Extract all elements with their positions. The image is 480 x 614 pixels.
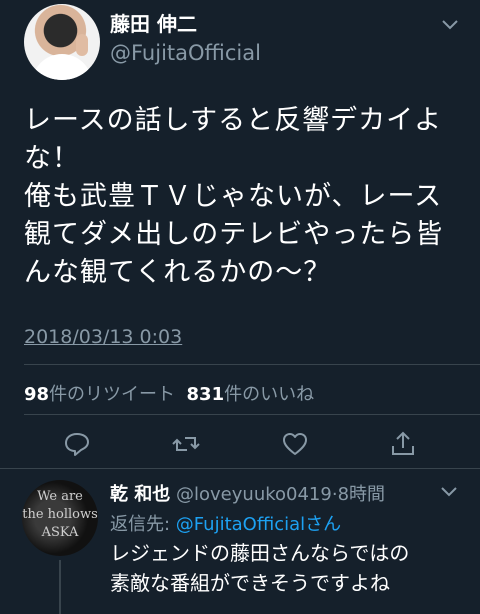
tweet-timestamp[interactable]: 2018/03/13 0:03 xyxy=(24,326,182,348)
chevron-down-icon[interactable] xyxy=(440,486,458,498)
reply-to-link[interactable]: @FujitaOfficialさん xyxy=(176,514,341,535)
heart-icon[interactable] xyxy=(281,430,309,458)
chevron-down-icon[interactable] xyxy=(440,18,460,32)
tweet-stats: 98件のリツイート 831件のいいね xyxy=(24,380,314,406)
thread-line xyxy=(59,560,61,614)
reply-avatar-artwork-text: We are the hollows ASKA xyxy=(22,489,98,540)
share-icon[interactable] xyxy=(389,430,417,458)
like-count[interactable]: 831 xyxy=(187,384,225,405)
avatar-hand xyxy=(76,34,88,56)
reply-icon[interactable] xyxy=(63,430,91,458)
reply-author-line: 乾 和也 @loveyuuko0419·8時間 xyxy=(110,480,385,506)
reply-author-avatar[interactable]: We are the hollows ASKA xyxy=(22,480,98,556)
author-handle[interactable]: @FujitaOfficial xyxy=(110,40,261,66)
retweet-label[interactable]: 件のリツイート xyxy=(49,384,175,405)
divider xyxy=(24,414,480,415)
retweet-icon[interactable] xyxy=(172,430,200,458)
reply-to-label: 返信先: xyxy=(110,514,176,535)
avatar-shirt xyxy=(32,54,92,80)
like-label[interactable]: 件のいいね xyxy=(224,384,314,405)
divider xyxy=(24,364,480,365)
reply-time[interactable]: 8時間 xyxy=(338,484,385,505)
reply-author-display-name[interactable]: 乾 和也 xyxy=(110,484,170,505)
tweet-text: レースの話しすると反響デカイよな！ 俺も武豊ＴＶじゃないが、レース観てダメ出しの… xyxy=(24,105,444,288)
author-avatar[interactable] xyxy=(24,4,100,80)
tweet-header: 藤田 伸二 @FujitaOfficial xyxy=(0,0,480,96)
reply-author-handle[interactable]: @loveyuuko0419 xyxy=(176,484,332,505)
reply-text: レジェンドの藤田さんならではの 素敵な番組ができそうですよね xyxy=(110,541,410,595)
retweet-count[interactable]: 98 xyxy=(24,384,49,405)
author-display-name[interactable]: 藤田 伸二 xyxy=(110,12,197,36)
tweet-actions xyxy=(0,424,480,464)
divider xyxy=(0,468,480,469)
reply-tweet[interactable]: We are the hollows ASKA 乾 和也 @loveyuuko0… xyxy=(0,470,480,614)
reply-to-line: 返信先: @FujitaOfficialさん xyxy=(110,510,341,536)
